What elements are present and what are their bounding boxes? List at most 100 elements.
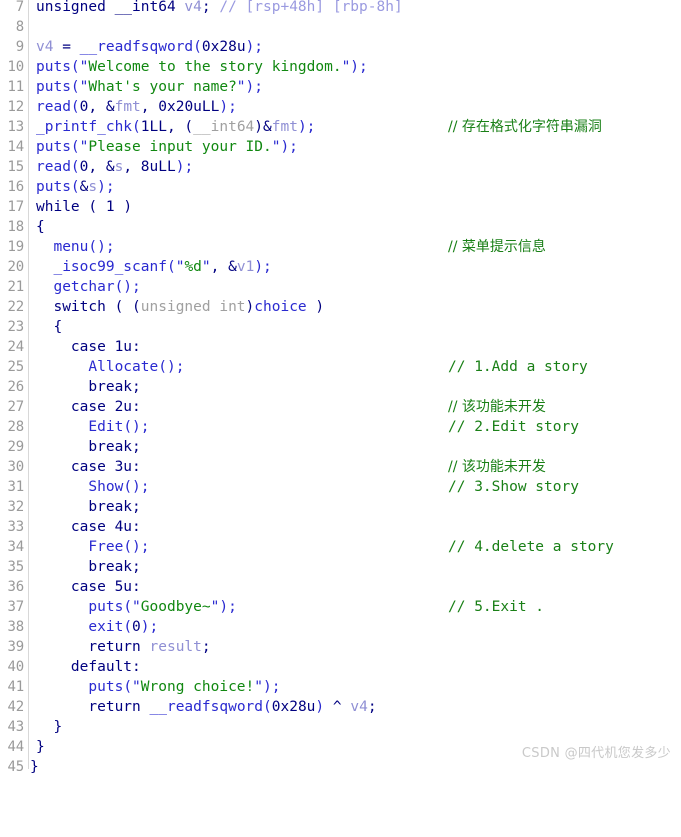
line-comment: // 该功能未开发 [448, 459, 546, 475]
code-line[interactable]: 12 read(0, &fmt, 0x20uLL); [0, 97, 237, 117]
code-line[interactable]: 18 { [0, 217, 52, 237]
line-number: 30 [7, 459, 25, 475]
code-line[interactable]: 21 getchar(); [0, 277, 141, 297]
line-code: Free(); [88, 539, 150, 555]
line-comment: // 1.Add a story [448, 359, 588, 375]
line-comment: // 菜单提示信息 [448, 239, 546, 255]
code-line[interactable]: 42 return __readfsqword(0x28u) ^ v4; [0, 697, 377, 717]
code-line[interactable]: 7 unsigned __int64 v4; // [rsp+48h] [rbp… [0, 0, 403, 17]
line-number: 43 [7, 719, 25, 735]
line-number: 10 [7, 59, 25, 75]
code-line[interactable]: 38 exit(0); [0, 617, 159, 637]
code-line[interactable]: 43 } [0, 717, 63, 737]
line-code: puts("Welcome to the story kingdom."); [36, 59, 368, 75]
line-number: 27 [7, 399, 25, 415]
code-line[interactable]: 35 break; [0, 557, 141, 577]
line-number: 35 [7, 559, 25, 575]
code-line[interactable]: 39 return result; [0, 637, 211, 657]
code-line[interactable]: 40 default: [0, 657, 141, 677]
code-line[interactable]: 10 puts("Welcome to the story kingdom.")… [0, 57, 368, 77]
code-line[interactable]: 44 } [0, 737, 52, 757]
code-line[interactable]: 28 Edit(); // 2.Edit story [0, 417, 579, 437]
pseudocode-view[interactable]: 7 unsigned __int64 v4; // [rsp+48h] [rbp… [0, 0, 681, 775]
code-line[interactable]: 23 { [0, 317, 63, 337]
code-line[interactable]: 32 break; [0, 497, 141, 517]
line-number: 14 [7, 139, 25, 155]
code-line[interactable]: 11 puts("What's your name?"); [0, 77, 263, 97]
line-code: unsigned __int64 v4; // [rsp+48h] [rbp-8… [36, 0, 403, 15]
line-comment: // 2.Edit story [448, 419, 579, 435]
line-code: case 2u: [70, 399, 141, 415]
line-code: _isoc99_scanf("%d", &v1); [53, 259, 272, 275]
code-line[interactable]: 20 _isoc99_scanf("%d", &v1); [0, 257, 272, 277]
code-line[interactable]: 41 puts("Wrong choice!"); [0, 677, 281, 697]
code-line[interactable]: 24 case 1u: [0, 337, 141, 357]
code-line[interactable]: 30 case 3u: // 该功能未开发 [0, 457, 546, 477]
code-line[interactable]: 26 break; [0, 377, 141, 397]
line-number: 20 [7, 259, 25, 275]
code-line[interactable]: 34 Free(); // 4.delete a story [0, 537, 614, 557]
code-line[interactable]: 14 puts("Please input your ID."); [0, 137, 298, 157]
code-line[interactable]: 15 read(0, &s, 8uLL); [0, 157, 194, 177]
line-code: while ( 1 ) [36, 199, 133, 215]
line-code: } [36, 739, 45, 755]
line-code: puts("Wrong choice!"); [88, 679, 281, 695]
code-line[interactable]: 25 Allocate(); // 1.Add a story [0, 357, 588, 377]
line-number: 25 [7, 359, 25, 375]
line-number: 31 [7, 479, 25, 495]
line-code: default: [70, 659, 141, 675]
line-number: 7 [15, 0, 24, 15]
line-number: 40 [7, 659, 25, 675]
line-comment: // 5.Exit . [448, 599, 545, 615]
line-code: puts("What's your name?"); [36, 79, 263, 95]
line-code: exit(0); [88, 619, 159, 635]
code-line[interactable]: 8 [0, 17, 52, 37]
line-number: 28 [7, 419, 25, 435]
code-line[interactable]: 37 puts("Goodbye~"); // 5.Exit . [0, 597, 545, 617]
code-line[interactable]: 19 menu(); // 菜单提示信息 [0, 237, 546, 257]
code-line[interactable]: 27 case 2u: // 该功能未开发 [0, 397, 546, 417]
line-code: break; [88, 559, 141, 575]
line-code: Edit(); [88, 419, 150, 435]
line-number: 21 [7, 279, 25, 295]
line-code: _printf_chk(1LL, (__int64)&fmt); [36, 119, 316, 135]
line-number: 24 [7, 339, 25, 355]
line-code: { [36, 219, 45, 235]
code-line[interactable]: 13 _printf_chk(1LL, (__int64)&fmt); // 存… [0, 117, 602, 137]
line-code: return result; [88, 639, 211, 655]
line-code: v4 = __readfsqword(0x28u); [36, 39, 264, 55]
line-code: break; [88, 499, 141, 515]
line-code: Show(); [88, 479, 150, 495]
code-line[interactable]: 33 case 4u: [0, 517, 141, 537]
line-number: 9 [15, 39, 24, 55]
code-line[interactable]: 29 break; [0, 437, 141, 457]
line-code: switch ( (unsigned int)choice ) [53, 299, 325, 315]
line-code: menu(); [53, 239, 115, 255]
line-number: 15 [7, 159, 25, 175]
line-number: 42 [7, 699, 25, 715]
code-line[interactable]: 36 case 5u: [0, 577, 141, 597]
code-line[interactable]: 31 Show(); // 3.Show story [0, 477, 579, 497]
line-number: 41 [7, 679, 25, 695]
line-comment: // 该功能未开发 [448, 399, 546, 415]
line-code: case 5u: [70, 579, 141, 595]
line-code: case 3u: [70, 459, 141, 475]
code-line[interactable]: 45 } [0, 757, 52, 777]
line-code: return __readfsqword(0x28u) ^ v4; [88, 699, 377, 715]
line-code: puts("Goodbye~"); [88, 599, 237, 615]
line-number: 22 [7, 299, 25, 315]
line-number: 33 [7, 519, 25, 535]
line-code: puts("Please input your ID."); [36, 139, 298, 155]
code-line[interactable]: 17 while ( 1 ) [0, 197, 133, 217]
line-comment: // 4.delete a story [448, 539, 614, 555]
line-code: read(0, &fmt, 0x20uLL); [36, 99, 237, 115]
code-line[interactable]: 9 v4 = __readfsqword(0x28u); [0, 37, 263, 57]
line-comment: // 存在格式化字符串漏洞 [448, 119, 602, 135]
line-number: 11 [7, 79, 25, 95]
line-code: case 1u: [70, 339, 141, 355]
line-number: 12 [7, 99, 25, 115]
code-line[interactable]: 16 puts(&s); [0, 177, 115, 197]
code-line[interactable]: 22 switch ( (unsigned int)choice ) [0, 297, 325, 317]
line-number: 17 [7, 199, 25, 215]
line-code: Allocate(); [88, 359, 185, 375]
